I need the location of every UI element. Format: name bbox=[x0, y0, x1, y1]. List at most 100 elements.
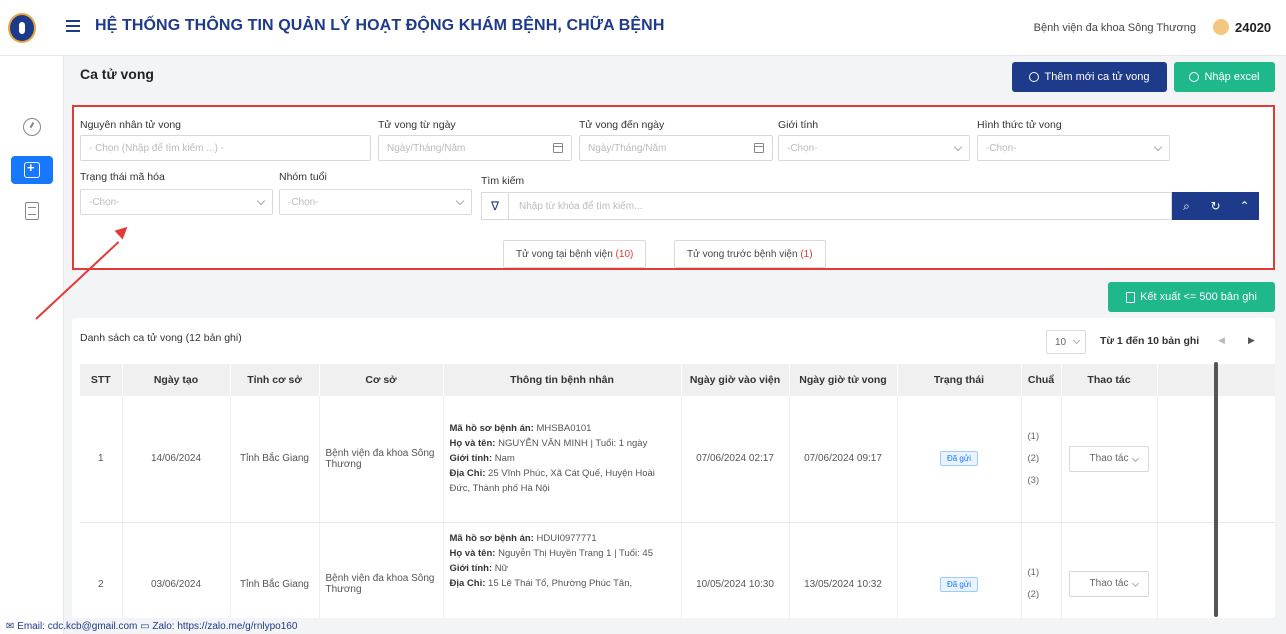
cell-created: 14/06/2024 bbox=[122, 396, 231, 523]
encode-status-placeholder: -Chọn- bbox=[89, 197, 120, 208]
cell-stt: 2 bbox=[80, 522, 123, 618]
quick-filter-in-hospital[interactable]: Tử vong tại bệnh viện (10) bbox=[503, 240, 647, 268]
age-group-select[interactable]: -Chọn- bbox=[279, 189, 472, 215]
column-header[interactable]: Trạng thái bbox=[897, 364, 1022, 396]
quick-filter-before-hospital[interactable]: Tử vong trước bệnh viện (1) bbox=[674, 240, 826, 268]
gender-label: Giới tính bbox=[778, 119, 819, 131]
name-label: Họ và tên: bbox=[449, 438, 496, 450]
cell-died: 13/05/2024 10:32 bbox=[789, 522, 898, 618]
from-date-input[interactable]: Ngày/Tháng/Năm bbox=[378, 135, 572, 161]
add-death-case-button[interactable]: Thêm mới ca tử vong bbox=[1012, 62, 1167, 92]
chevron-up-icon: ⌃ bbox=[1239, 199, 1250, 213]
chevron-down-icon bbox=[1131, 579, 1140, 588]
refresh-button[interactable]: ↻ bbox=[1201, 192, 1230, 220]
column-header[interactable]: Ngày giờ tử vong bbox=[789, 364, 898, 396]
footer-contact: ✉ Email: cdc.kcb@gmail.com ▭ Zalo: https… bbox=[6, 621, 298, 632]
cell-action: Thao tác bbox=[1061, 396, 1158, 523]
table-row[interactable]: 2 03/06/2024 Tỉnh Bắc Giang Bệnh viện đa… bbox=[80, 522, 1275, 618]
filter-icon[interactable]: ∇ bbox=[481, 192, 508, 220]
dashboard-icon[interactable] bbox=[23, 118, 41, 136]
cell-died: 07/06/2024 09:17 bbox=[789, 396, 898, 523]
status-badge: Đã gửi bbox=[939, 576, 979, 592]
quick-filter-count: (1) bbox=[800, 249, 813, 260]
search-input[interactable]: Nhập từ khóa để tìm kiếm... bbox=[508, 192, 1172, 220]
record-label: Mã hồ sơ bệnh án: bbox=[449, 423, 534, 435]
chevron-down-icon bbox=[1153, 142, 1163, 152]
user-id[interactable]: 24020 bbox=[1235, 20, 1271, 35]
column-header: STT bbox=[80, 364, 123, 396]
column-header[interactable]: Tỉnh cơ sở bbox=[230, 364, 320, 396]
system-title: HỆ THỐNG THÔNG TIN QUẢN LÝ HOẠT ĐỘNG KHÁ… bbox=[95, 17, 665, 34]
action-dropdown-button[interactable]: Thao tác bbox=[1069, 571, 1149, 597]
plus-circle-icon bbox=[1029, 72, 1040, 82]
chu-item: (2) bbox=[1027, 452, 1040, 464]
quick-filter-count: (10) bbox=[615, 249, 634, 260]
chu-item: (3) bbox=[1027, 474, 1040, 486]
cause-label: Nguyên nhân tử vong bbox=[80, 119, 182, 131]
death-form-select[interactable]: -Chọn- bbox=[977, 135, 1170, 161]
collapse-button[interactable]: ⌃ bbox=[1230, 192, 1259, 220]
hospital-icon[interactable] bbox=[24, 160, 40, 178]
cell-patient-info: Mã hồ sơ bệnh án: HDUI0977771 Họ và tên:… bbox=[443, 522, 682, 618]
gender-select[interactable]: -Chọn- bbox=[778, 135, 970, 161]
next-page-icon[interactable]: ▶ bbox=[1248, 335, 1255, 346]
record-range: Từ 1 đến 10 bản ghi bbox=[1100, 335, 1200, 347]
list-title: Danh sách ca tử vong (12 bản ghi) bbox=[80, 332, 242, 344]
cell-province: Tỉnh Bắc Giang bbox=[230, 522, 320, 618]
death-form-label: Hình thức tử vong bbox=[977, 119, 1062, 131]
import-button-label: Nhập excel bbox=[1204, 71, 1260, 83]
column-header: Thông tin bệnh nhân bbox=[443, 364, 682, 396]
table-row[interactable]: 1 14/06/2024 Tỉnh Bắc Giang Bệnh viện đa… bbox=[80, 396, 1275, 523]
column-header[interactable]: Ngày tạo bbox=[122, 364, 231, 396]
ministry-logo bbox=[8, 13, 36, 43]
cell-status: Đã gửi bbox=[897, 396, 1022, 523]
page-size-select[interactable]: 10 bbox=[1046, 330, 1086, 354]
quick-filter-label: Tử vong tại bệnh viện bbox=[516, 249, 613, 260]
chu-item: (1) bbox=[1027, 567, 1040, 578]
cell-status: Đã gửi bbox=[897, 522, 1022, 618]
export-button-label: Kết xuất <= 500 bản ghi bbox=[1140, 291, 1257, 303]
gender-value: Nam bbox=[494, 453, 515, 465]
chu-item: (2) bbox=[1027, 589, 1040, 600]
calendar-icon[interactable] bbox=[754, 143, 764, 153]
status-badge: Đã gửi bbox=[939, 451, 979, 467]
gender-value: Nữ bbox=[494, 562, 509, 574]
column-header: Chuẩ bbox=[1021, 364, 1062, 396]
cell-chu: (1) (2) bbox=[1021, 522, 1062, 618]
address-value: 15 Lê Thái Tổ, Phường Phúc Tân, bbox=[488, 577, 633, 589]
user-avatar[interactable] bbox=[1213, 19, 1229, 35]
prev-page-icon[interactable]: ◀ bbox=[1218, 335, 1225, 346]
page-title: Ca tử vong bbox=[80, 66, 154, 82]
from-date-placeholder: Ngày/Tháng/Năm bbox=[387, 143, 466, 154]
calendar-icon[interactable] bbox=[553, 143, 563, 153]
cell-facility: Bệnh viện đa khoa Sông Thương bbox=[319, 396, 444, 523]
action-label: Thao tác bbox=[1089, 452, 1129, 464]
action-dropdown-button[interactable]: Thao tác bbox=[1069, 445, 1149, 472]
upload-icon bbox=[1189, 72, 1200, 82]
document-icon[interactable] bbox=[25, 202, 39, 220]
chevron-down-icon bbox=[1072, 336, 1081, 345]
vertical-scrollbar[interactable] bbox=[1214, 362, 1218, 617]
cell-chu: (1) (2) (3) bbox=[1021, 396, 1062, 523]
column-header[interactable]: Ngày giờ vào viện bbox=[681, 364, 790, 396]
age-group-placeholder: -Chọn- bbox=[288, 197, 319, 208]
cause-select[interactable]: - Chọn (Nhập để tìm kiếm ...) - bbox=[80, 135, 371, 161]
search-label: Tìm kiếm bbox=[481, 175, 525, 187]
import-excel-button[interactable]: Nhập excel bbox=[1174, 62, 1275, 92]
menu-toggle-icon[interactable] bbox=[66, 20, 80, 32]
from-date-label: Tử vong từ ngày bbox=[378, 119, 456, 131]
search-button[interactable]: ⌕ bbox=[1172, 192, 1201, 220]
column-header[interactable]: Cơ sở bbox=[319, 364, 444, 396]
quick-filter-label: Tử vong trước bệnh viện bbox=[687, 249, 798, 260]
record-value: MHSBA0101 bbox=[536, 423, 592, 435]
encode-status-select[interactable]: -Chọn- bbox=[80, 189, 273, 215]
export-button[interactable]: Kết xuất <= 500 bản ghi bbox=[1108, 282, 1275, 312]
to-date-input[interactable]: Ngày/Tháng/Năm bbox=[579, 135, 773, 161]
gender-label: Giới tính: bbox=[449, 453, 493, 465]
record-label: Mã hồ sơ bệnh án: bbox=[449, 532, 534, 544]
cell-facility: Bệnh viện đa khoa Sông Thương bbox=[319, 522, 444, 618]
column-header: Thao tác bbox=[1061, 364, 1158, 396]
cell-stt: 1 bbox=[80, 396, 123, 523]
cell-created: 03/06/2024 bbox=[122, 522, 231, 618]
export-icon bbox=[1126, 291, 1136, 303]
